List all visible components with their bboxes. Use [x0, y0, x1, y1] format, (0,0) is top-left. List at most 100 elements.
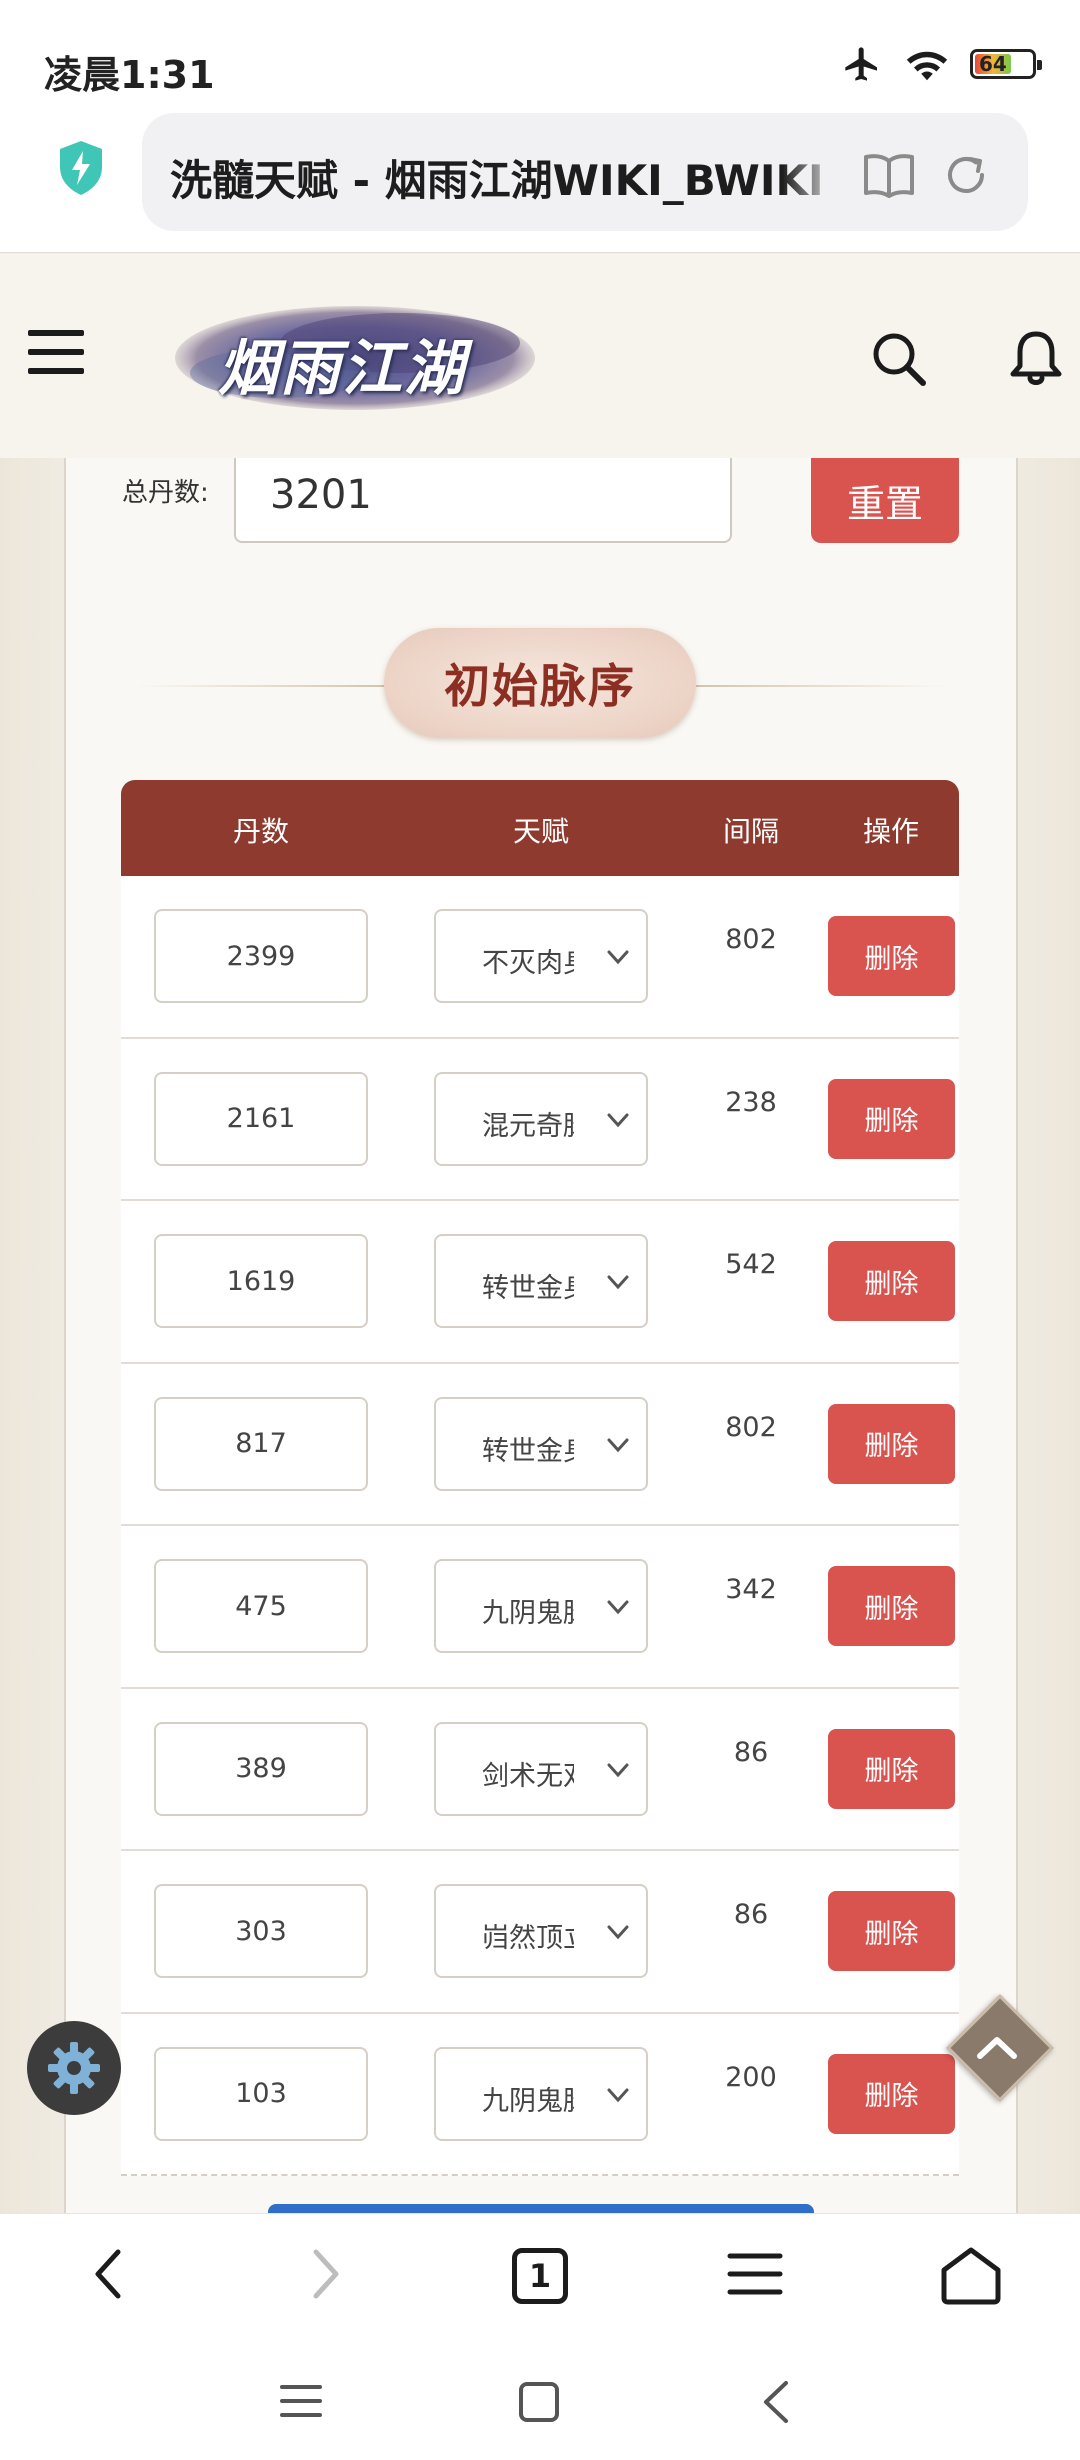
chevron-down-icon — [607, 1113, 629, 1127]
table-body: 2399 不灭肉身 802 删除 2161 混元奇脉 238 删除 1619 转… — [121, 876, 959, 2176]
column-header-talent: 天赋 — [512, 815, 570, 848]
talent-select-value: 转世金身 — [482, 1435, 574, 1467]
talent-select-value: 转世金身 — [482, 1273, 574, 1304]
settings-fab[interactable] — [27, 2021, 121, 2115]
talent-select[interactable]: 混元奇脉 — [434, 1071, 648, 1166]
talent-select[interactable]: 转世金身 — [434, 1396, 648, 1491]
gap-value: 238 — [725, 1086, 777, 1118]
battery-level: 64 — [975, 52, 1011, 76]
tab-count-button[interactable]: 1 — [512, 2248, 568, 2304]
table-row: 2161 混元奇脉 238 删除 — [121, 1039, 959, 1201]
section-divider-left — [135, 685, 385, 687]
battery-icon: 64 — [970, 49, 1042, 79]
table-header: 丹数 天赋 间隔 操作 — [121, 780, 959, 876]
delete-button[interactable]: 删除 — [828, 1078, 955, 1159]
browser-toolbar: 1 — [0, 2213, 1080, 2339]
section-title: 初始脉序 — [384, 628, 696, 738]
talent-select[interactable]: 九阴鬼脉 — [434, 1559, 648, 1653]
chevron-up-icon — [977, 2037, 1017, 2059]
dan-input[interactable]: 389 — [154, 1721, 368, 1816]
back-icon[interactable] — [88, 2244, 128, 2304]
gap-value: 86 — [733, 1736, 769, 1768]
delete-button[interactable]: 删除 — [828, 916, 955, 996]
shield-icon[interactable] — [56, 139, 106, 197]
gap-value: 200 — [725, 2061, 777, 2093]
gap-value: 542 — [725, 1249, 777, 1280]
status-bar: 凌晨1:31 64 — [0, 0, 1080, 105]
site-logo[interactable]: 烟雨江湖 — [170, 298, 540, 416]
chevron-down-icon — [607, 1925, 629, 1940]
menu-lines-icon[interactable] — [726, 2244, 784, 2304]
dan-input[interactable]: 2161 — [154, 1071, 368, 1166]
dan-input[interactable]: 817 — [154, 1396, 368, 1491]
browser-address-bar: 洗髓天赋 - 烟雨江湖WIKI_BWIKI — [0, 105, 1080, 253]
talent-select-value: 岿然顶立 — [482, 1923, 574, 1954]
talent-select[interactable]: 剑术无双 — [434, 1721, 648, 1816]
delete-button[interactable]: 删除 — [828, 1566, 955, 1646]
talent-select-value: 九阴鬼脉 — [482, 1598, 574, 1629]
gap-value: 342 — [725, 1574, 777, 1605]
home-icon[interactable] — [938, 2244, 1004, 2308]
section-divider-right — [696, 685, 946, 687]
dan-input[interactable]: 2399 — [154, 909, 368, 1003]
delete-button[interactable]: 删除 — [828, 1891, 955, 1971]
talent-select[interactable]: 转世金身 — [434, 1234, 648, 1328]
search-icon[interactable] — [870, 330, 928, 388]
talent-select-value: 九阴鬼脉 — [482, 2085, 574, 2117]
delete-button[interactable]: 删除 — [828, 1241, 955, 1321]
gap-value: 86 — [733, 1899, 769, 1930]
logo-text: 烟雨江湖 — [218, 334, 466, 404]
meridian-table: 丹数 天赋 间隔 操作 2399 不灭肉身 802 删除 2161 混元奇脉 2… — [121, 780, 959, 2176]
chevron-down-icon — [607, 2088, 629, 2102]
wifi-icon — [906, 51, 948, 81]
gap-value: 802 — [725, 924, 777, 955]
status-icons: 64 — [840, 44, 1042, 84]
table-row: 1619 转世金身 542 删除 — [121, 1201, 959, 1364]
chevron-down-icon — [607, 1600, 629, 1615]
airplane-mode-icon — [845, 47, 877, 81]
menu-icon[interactable] — [28, 330, 84, 378]
talent-select-value: 剑术无双 — [482, 1760, 574, 1792]
dan-input[interactable]: 1619 — [154, 1234, 368, 1328]
talent-select-value: 混元奇脉 — [482, 1110, 574, 1142]
gap-value: 802 — [725, 1411, 777, 1443]
talent-select[interactable]: 不灭肉身 — [434, 909, 648, 1003]
delete-button[interactable]: 删除 — [828, 1728, 955, 1809]
total-dan-input[interactable]: 3201 — [234, 458, 732, 543]
column-header-action: 操作 — [862, 815, 920, 848]
column-header-dan: 丹数 — [232, 815, 290, 848]
table-row: 103 九阴鬼脉 200 删除 — [121, 2014, 959, 2176]
column-header-gap: 间隔 — [722, 815, 780, 848]
system-back-icon[interactable] — [760, 2379, 792, 2425]
reader-mode-icon[interactable] — [862, 151, 916, 199]
bell-icon[interactable] — [1008, 328, 1064, 388]
chevron-down-icon — [607, 1438, 629, 1452]
table-row: 2399 不灭肉身 802 删除 — [121, 876, 959, 1039]
dan-input[interactable]: 475 — [154, 1559, 368, 1653]
status-time: 凌晨1:31 — [44, 53, 215, 97]
forward-icon[interactable] — [306, 2244, 346, 2304]
refresh-icon[interactable] — [942, 151, 990, 199]
delete-button[interactable]: 删除 — [828, 2053, 955, 2134]
url-text[interactable]: 洗髓天赋 - 烟雨江湖WIKI_BWIKI — [170, 147, 830, 208]
gear-icon — [48, 2042, 100, 2094]
talent-select[interactable]: 岿然顶立 — [434, 1884, 648, 1978]
table-row: 475 九阴鬼脉 342 删除 — [121, 1526, 959, 1689]
table-row: 389 剑术无双 86 删除 — [121, 1689, 959, 1851]
talent-select[interactable]: 九阴鬼脉 — [434, 2046, 648, 2141]
chevron-down-icon — [607, 1275, 629, 1290]
dan-input[interactable]: 103 — [154, 2046, 368, 2141]
home-square-icon[interactable] — [518, 2381, 560, 2423]
delete-button[interactable]: 删除 — [828, 1403, 955, 1484]
total-dan-label: 总丹数: — [122, 478, 209, 508]
system-navigation-bar — [0, 2339, 1080, 2460]
url-field[interactable]: 洗髓天赋 - 烟雨江湖WIKI_BWIKI — [142, 113, 1028, 231]
site-header: 烟雨江湖 — [0, 254, 1080, 458]
chevron-down-icon — [607, 950, 629, 965]
chevron-down-icon — [607, 1763, 629, 1777]
recent-apps-icon[interactable] — [280, 2381, 322, 2421]
reset-button[interactable]: 重置 — [811, 458, 959, 543]
dan-input[interactable]: 303 — [154, 1884, 368, 1978]
table-row: 817 转世金身 802 删除 — [121, 1364, 959, 1526]
table-row: 303 岿然顶立 86 删除 — [121, 1851, 959, 2014]
